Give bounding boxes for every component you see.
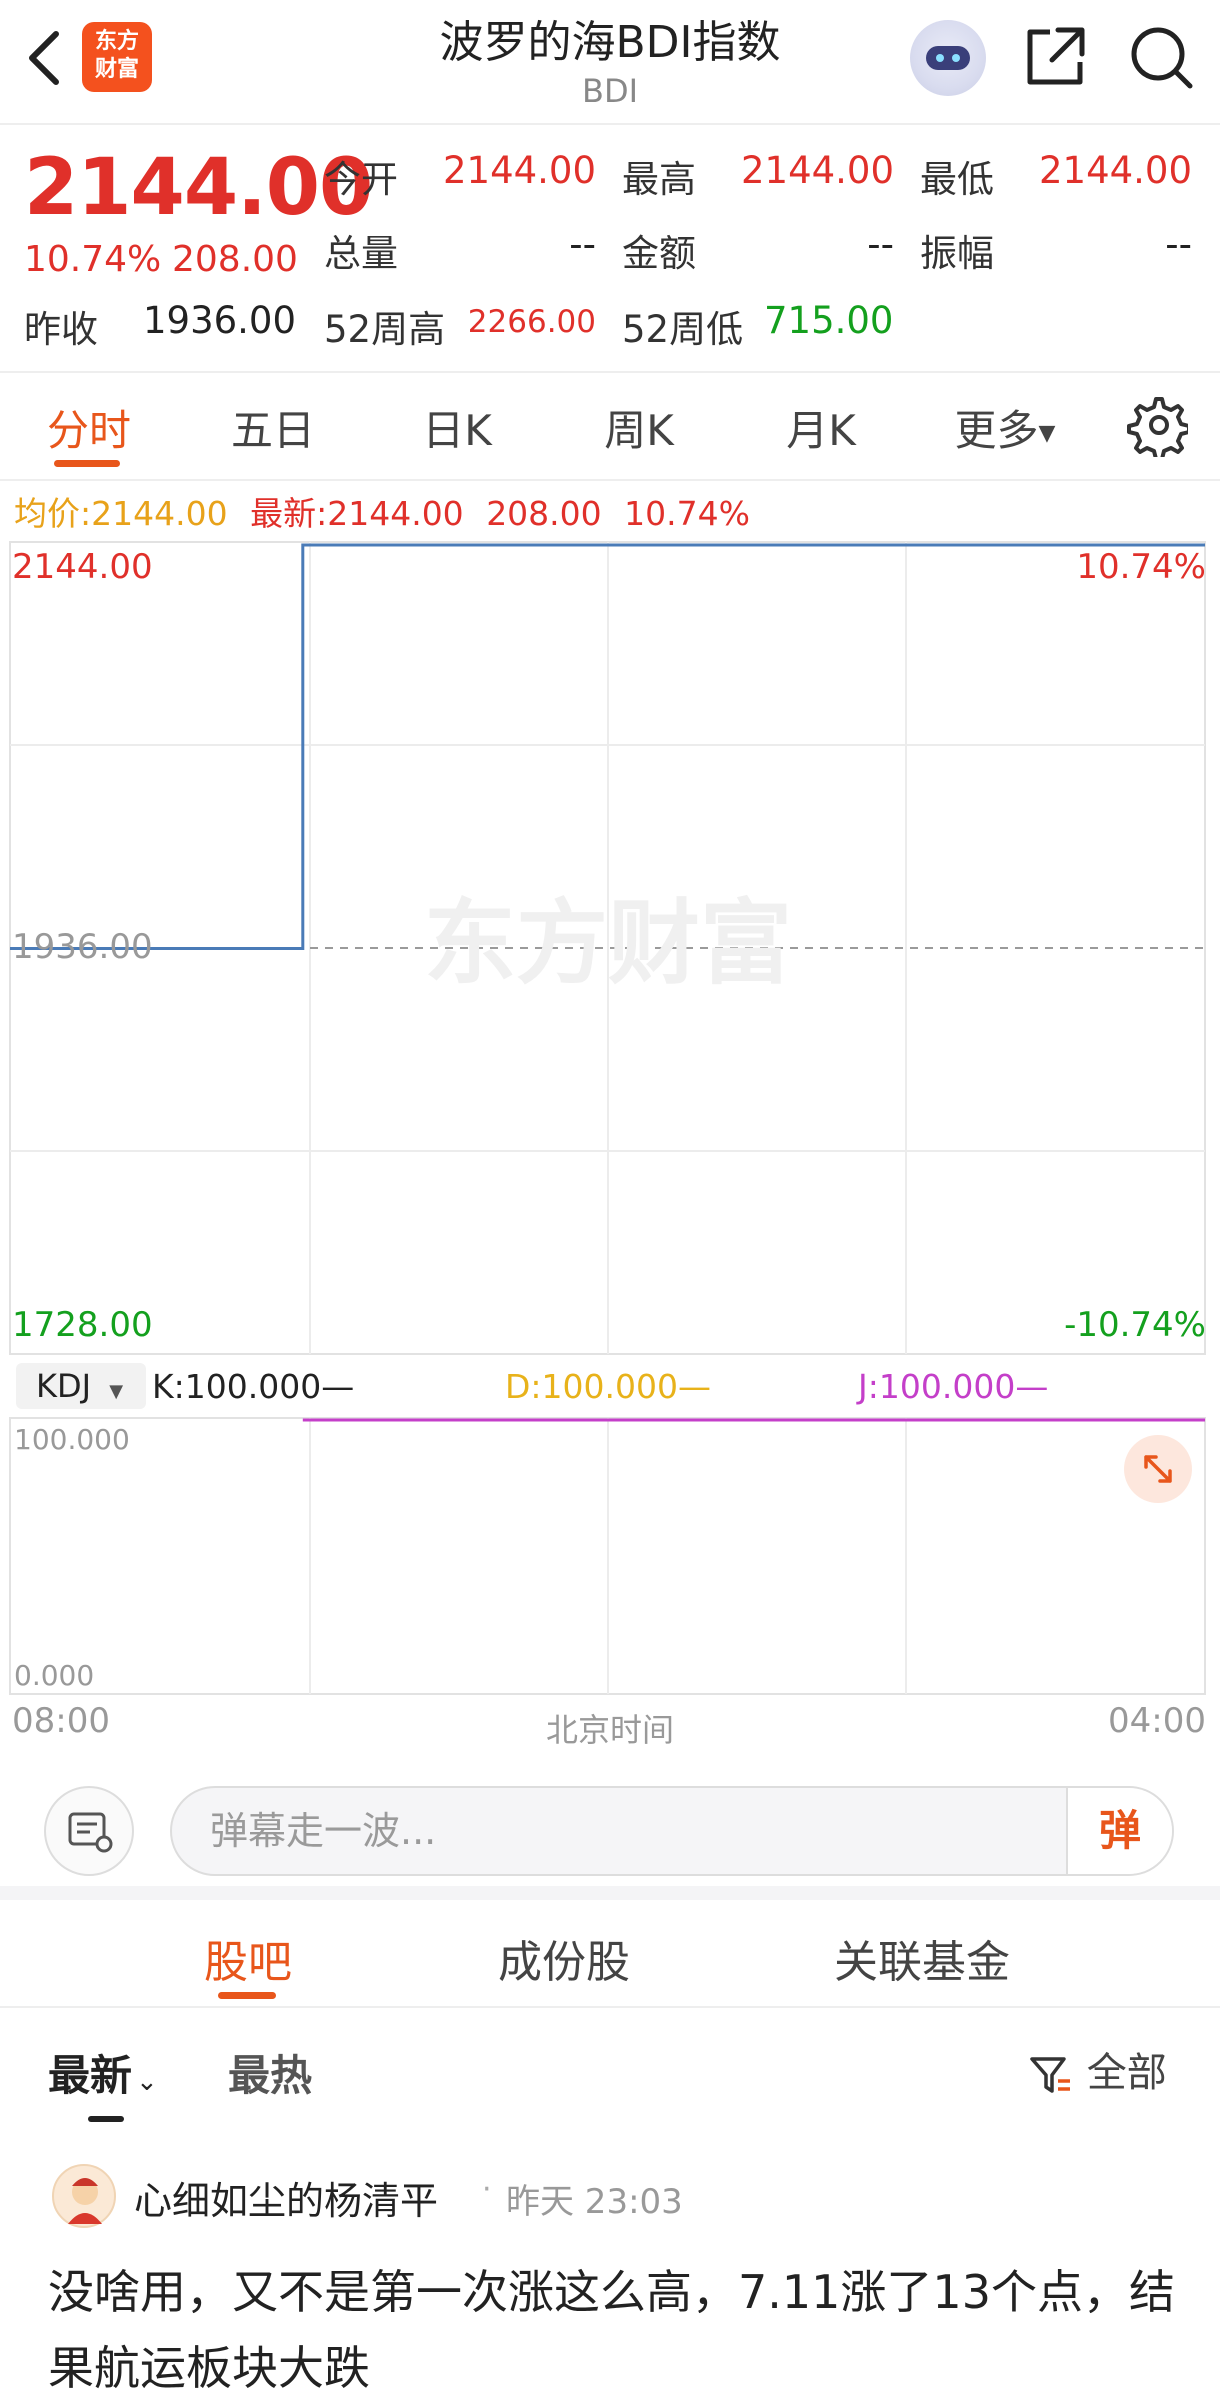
quote-panel: 2144.00 10.74% 208.00 今开 2144.00 最高 2144…: [0, 127, 1220, 373]
top-bar: 东方 财富 波罗的海BDI指数 BDI: [0, 0, 1220, 125]
change-amount: 208.00: [172, 239, 298, 280]
kdj-top-label: 100.000: [14, 1423, 130, 1456]
amplitude-label: 振幅: [920, 232, 994, 275]
right-top-label: 10.74%: [1076, 547, 1206, 587]
period-tabs: 分时 五日 日K 周K 月K 更多▼: [0, 375, 1220, 481]
w52-high-label: 52周高: [324, 308, 446, 351]
post-time: 昨天 23:03: [506, 2182, 683, 2222]
danmu-input[interactable]: 弹幕走一波... 弹: [170, 1786, 1174, 1876]
tab-related-funds[interactable]: 关联基金: [834, 1926, 1010, 1990]
chart-svg: 东方财富: [9, 541, 1206, 1695]
change-percent: 10.74%: [24, 239, 162, 280]
w52-low-value: 715.00: [764, 299, 894, 342]
tab-five-day[interactable]: 五日: [188, 397, 358, 458]
dropdown-arrow-icon: ▼: [109, 1381, 124, 1402]
prev-close-label: 昨收: [24, 308, 98, 351]
prev-close-value: 1936.00: [142, 299, 296, 342]
active-tab-indicator: [218, 1992, 276, 1999]
latest-change: 208.00: [486, 494, 602, 533]
sort-latest-label: 最新: [48, 2051, 133, 2100]
current-price: 2144.00: [24, 143, 373, 233]
separator-dot: ·: [482, 2172, 492, 2207]
w52-high-value: 2266.00: [467, 304, 596, 340]
volume-value: --: [569, 223, 596, 266]
kdj-j-legend: J:100.000—: [858, 1367, 1049, 1406]
kdj-k-text: K:100.000: [152, 1367, 322, 1406]
sort-latest[interactable]: 最新 ⌄: [48, 2042, 158, 2103]
danmu-settings-icon[interactable]: [44, 1786, 134, 1876]
tab-guba[interactable]: 股吧: [204, 1926, 292, 1990]
high-value: 2144.00: [740, 149, 894, 192]
y-mid-label: 1936.00: [12, 927, 153, 967]
latest-change-pct: 10.74%: [624, 494, 750, 533]
sort-hot[interactable]: 最热: [228, 2042, 312, 2103]
y-bottom-label: 1728.00: [12, 1305, 153, 1345]
expand-icon[interactable]: [1124, 1435, 1192, 1503]
x-end-label: 04:00: [1108, 1701, 1206, 1741]
chevron-down-icon: ⌄: [136, 2067, 158, 2097]
latest-value: 2144.00: [327, 494, 464, 533]
amplitude-value: --: [1165, 223, 1192, 266]
dropdown-arrow-icon: ▼: [1038, 421, 1056, 446]
filter-label: 全部: [1086, 2050, 1167, 2096]
danmu-send-button[interactable]: 弹: [1066, 1788, 1172, 1874]
filter-icon: [1030, 2057, 1070, 2093]
price-info-line: 均价:2144.00 最新:2144.00 208.00 10.74%: [14, 487, 762, 535]
community-tabs: 股吧 成份股 关联基金: [0, 1904, 1220, 2008]
watermark: 东方财富: [424, 890, 792, 997]
x-axis-title: 北京时间: [545, 1711, 674, 1749]
filter-button[interactable]: 全部: [1026, 2040, 1167, 2099]
tab-weekly-k[interactable]: 周K: [554, 397, 724, 458]
kdj-d-legend: D:100.000—: [505, 1367, 711, 1406]
danmu-bar: 弹幕走一波... 弹: [0, 1760, 1220, 1900]
kdj-k-legend: K:100.000—: [152, 1367, 355, 1406]
gear-icon[interactable]: [1124, 393, 1188, 457]
latest-label: 最新:: [250, 494, 328, 533]
kdj-selector[interactable]: KDJ ▼: [16, 1363, 146, 1409]
tab-more[interactable]: 更多▼: [930, 397, 1080, 458]
kdj-bottom-label: 0.000: [14, 1659, 95, 1692]
w52-low-label: 52周低: [622, 308, 744, 351]
post-author[interactable]: 心细如尘的杨清平: [134, 2170, 438, 2225]
right-bottom-label: -10.74%: [1064, 1305, 1206, 1345]
search-icon[interactable]: [1126, 22, 1196, 92]
low-value: 2144.00: [1038, 149, 1192, 192]
post-item[interactable]: 心细如尘的杨清平 · 昨天 23:03 没啥用，又不是第一次涨这么高，7.11涨…: [0, 2150, 1220, 2395]
tab-daily-k[interactable]: 日K: [372, 397, 542, 458]
y-top-label: 2144.00: [12, 547, 153, 587]
active-tab-indicator: [54, 460, 120, 467]
open-value: 2144.00: [442, 149, 596, 192]
kdj-d-text: D:100.000: [505, 1367, 678, 1406]
share-icon[interactable]: [1020, 22, 1090, 92]
sort-active-indicator: [88, 2116, 124, 2122]
sort-bar: 最新 ⌄ 最热 全部: [0, 2010, 1220, 2122]
post-content[interactable]: 没啥用，又不是第一次涨这么高，7.11涨了13个点，结果航运板块大跌: [48, 2254, 1198, 2406]
avg-label: 均价:: [14, 494, 92, 533]
tab-more-label: 更多: [954, 406, 1039, 455]
open-label: 今开: [324, 158, 398, 201]
avatar[interactable]: [52, 2164, 116, 2228]
volume-label: 总量: [324, 232, 398, 275]
tab-intraday[interactable]: 分时: [4, 397, 174, 458]
low-label: 最低: [920, 158, 994, 201]
robot-assistant-icon[interactable]: [910, 20, 986, 96]
amount-value: --: [867, 223, 894, 266]
danmu-placeholder: 弹幕走一波...: [210, 1809, 437, 1853]
kdj-j-text: J:100.000: [858, 1367, 1016, 1406]
avg-value: 2144.00: [91, 494, 228, 533]
tab-constituents[interactable]: 成份股: [498, 1926, 630, 1990]
intraday-chart[interactable]: 东方财富 2144.00 1936.00 1728.00 10.74% -10.…: [0, 535, 1220, 1755]
tab-monthly-k[interactable]: 月K: [736, 397, 906, 458]
amount-label: 金额: [622, 232, 696, 275]
kdj-indicator-label: KDJ: [36, 1367, 92, 1405]
high-label: 最高: [622, 158, 696, 201]
